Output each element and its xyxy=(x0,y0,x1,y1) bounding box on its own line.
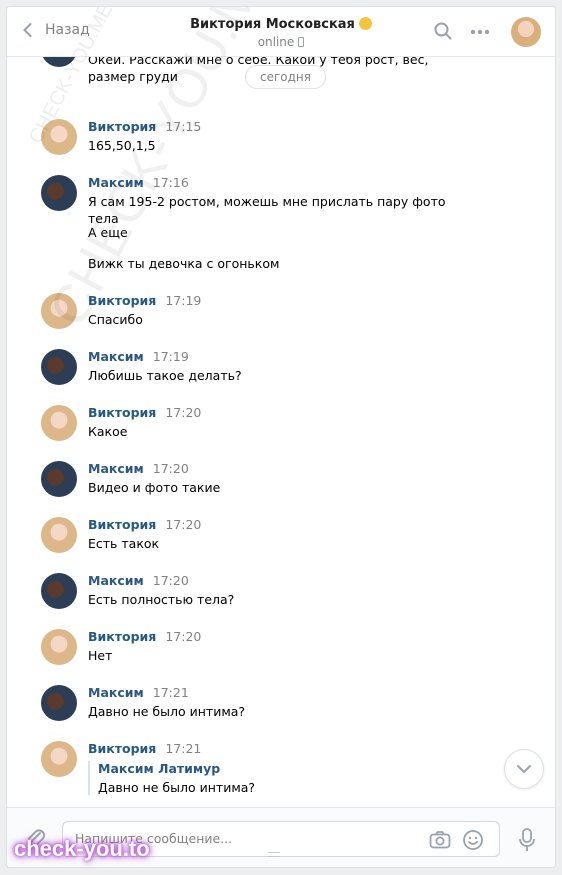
sender-name[interactable]: Максим 17:20 xyxy=(88,573,189,588)
sender-name[interactable]: Виктория 17:15 xyxy=(88,119,201,134)
online-status-text: online xyxy=(257,35,295,49)
message-time: 17:20 xyxy=(165,629,202,644)
message-time: 17:21 xyxy=(152,685,189,700)
sender-name[interactable]: Максим 17:19 xyxy=(88,349,189,364)
message-time: 17:15 xyxy=(165,119,202,134)
sender-name[interactable]: Виктория 17:20 xyxy=(88,629,201,644)
date-separator: сегодня xyxy=(245,65,326,89)
sender-name-text: Максим xyxy=(88,349,144,364)
avatar[interactable] xyxy=(41,461,77,497)
avatar[interactable] xyxy=(41,741,77,777)
sender-name[interactable]: Виктория 17:20 xyxy=(88,405,201,420)
avatar[interactable] xyxy=(41,175,77,211)
avatar[interactable] xyxy=(41,685,77,721)
message-time: 17:20 xyxy=(165,405,202,420)
message-time: 17:19 xyxy=(152,349,189,364)
sender-name-text: Максим xyxy=(88,573,144,588)
mobile-phone-icon xyxy=(298,37,305,47)
microphone-icon[interactable] xyxy=(518,827,536,853)
sender-name[interactable]: Виктория 17:19 xyxy=(88,293,201,308)
smile-emoji-icon xyxy=(358,17,372,30)
message-text: Я сам 195-2 ростом, можешь мне прислать … xyxy=(88,194,446,226)
message-time: 17:20 xyxy=(165,517,202,532)
sender-name-text: Виктория xyxy=(88,293,157,308)
sender-name-text: Виктория xyxy=(88,629,157,644)
sender-name-text: Виктория xyxy=(88,741,157,756)
sender-name-text: Максим xyxy=(88,175,144,190)
more-options-icon[interactable] xyxy=(470,29,490,35)
sender-name-text: Виктория xyxy=(88,405,157,420)
message-text: 165,50,1,5 xyxy=(88,138,156,153)
resize-handle[interactable] xyxy=(268,852,280,857)
reply-author: Максим Латимур xyxy=(98,761,221,776)
message-text: Вижк ты девочка с огоньком xyxy=(88,256,280,271)
contact-avatar[interactable] xyxy=(511,17,541,47)
message-text: Какое xyxy=(88,424,128,439)
chat-window: Назад Виктория Московская online сегодня… xyxy=(6,6,556,868)
reply-text: Давно не было интима? xyxy=(98,780,256,795)
sender-name-text: Виктория xyxy=(88,119,157,134)
message-time: 17:19 xyxy=(165,293,202,308)
watermark-bottom: check-you.to xyxy=(14,836,150,861)
message-time: 17:20 xyxy=(152,573,189,588)
message-time: 17:16 xyxy=(152,175,189,190)
message-text: Любишь такое делать? xyxy=(88,368,242,383)
avatar[interactable] xyxy=(41,573,77,609)
emoji-smile-icon[interactable] xyxy=(462,829,484,851)
message-text: Есть такок xyxy=(88,536,160,551)
avatar[interactable] xyxy=(41,629,77,665)
sender-name[interactable]: Максим 17:20 xyxy=(88,461,189,476)
chevron-down-icon xyxy=(517,765,531,774)
chat-title-text: Виктория Московская xyxy=(190,17,355,32)
search-icon[interactable] xyxy=(433,21,453,41)
message-time: 17:21 xyxy=(165,741,202,756)
message-text: Видео и фото такие xyxy=(88,480,221,495)
avatar[interactable] xyxy=(41,349,77,385)
avatar[interactable] xyxy=(41,57,77,67)
message-text: А еще xyxy=(88,225,128,240)
message-text: Нет xyxy=(88,648,113,663)
sender-name[interactable]: Максим 17:21 xyxy=(88,685,189,700)
message-text: Давно не было интима? xyxy=(88,704,246,719)
message-feed: Окей. Расскажи мне о себе. Какой у тебя … xyxy=(7,57,555,807)
online-status: online xyxy=(7,35,555,49)
avatar[interactable] xyxy=(41,293,77,329)
sender-name[interactable]: Виктория 17:20 xyxy=(88,517,201,532)
sender-name-text: Виктория xyxy=(88,517,157,532)
message-text: Спасибо xyxy=(88,312,143,327)
avatar[interactable] xyxy=(41,405,77,441)
sender-name-text: Максим xyxy=(88,685,144,700)
avatar[interactable] xyxy=(41,517,77,553)
reply-quote[interactable]: Максим Латимур Давно не было интима? xyxy=(88,761,255,795)
sender-name-text: Максим xyxy=(88,461,144,476)
chat-header: Назад Виктория Московская online xyxy=(7,7,555,57)
message-time: 17:20 xyxy=(152,461,189,476)
camera-icon[interactable] xyxy=(429,830,451,850)
sender-name[interactable]: Максим 17:16 xyxy=(88,175,189,190)
sender-name[interactable]: Виктория 17:21 xyxy=(88,741,201,756)
avatar[interactable] xyxy=(41,119,77,155)
message-text: Есть полностью тела? xyxy=(88,592,235,607)
scroll-down-button[interactable] xyxy=(504,749,544,789)
